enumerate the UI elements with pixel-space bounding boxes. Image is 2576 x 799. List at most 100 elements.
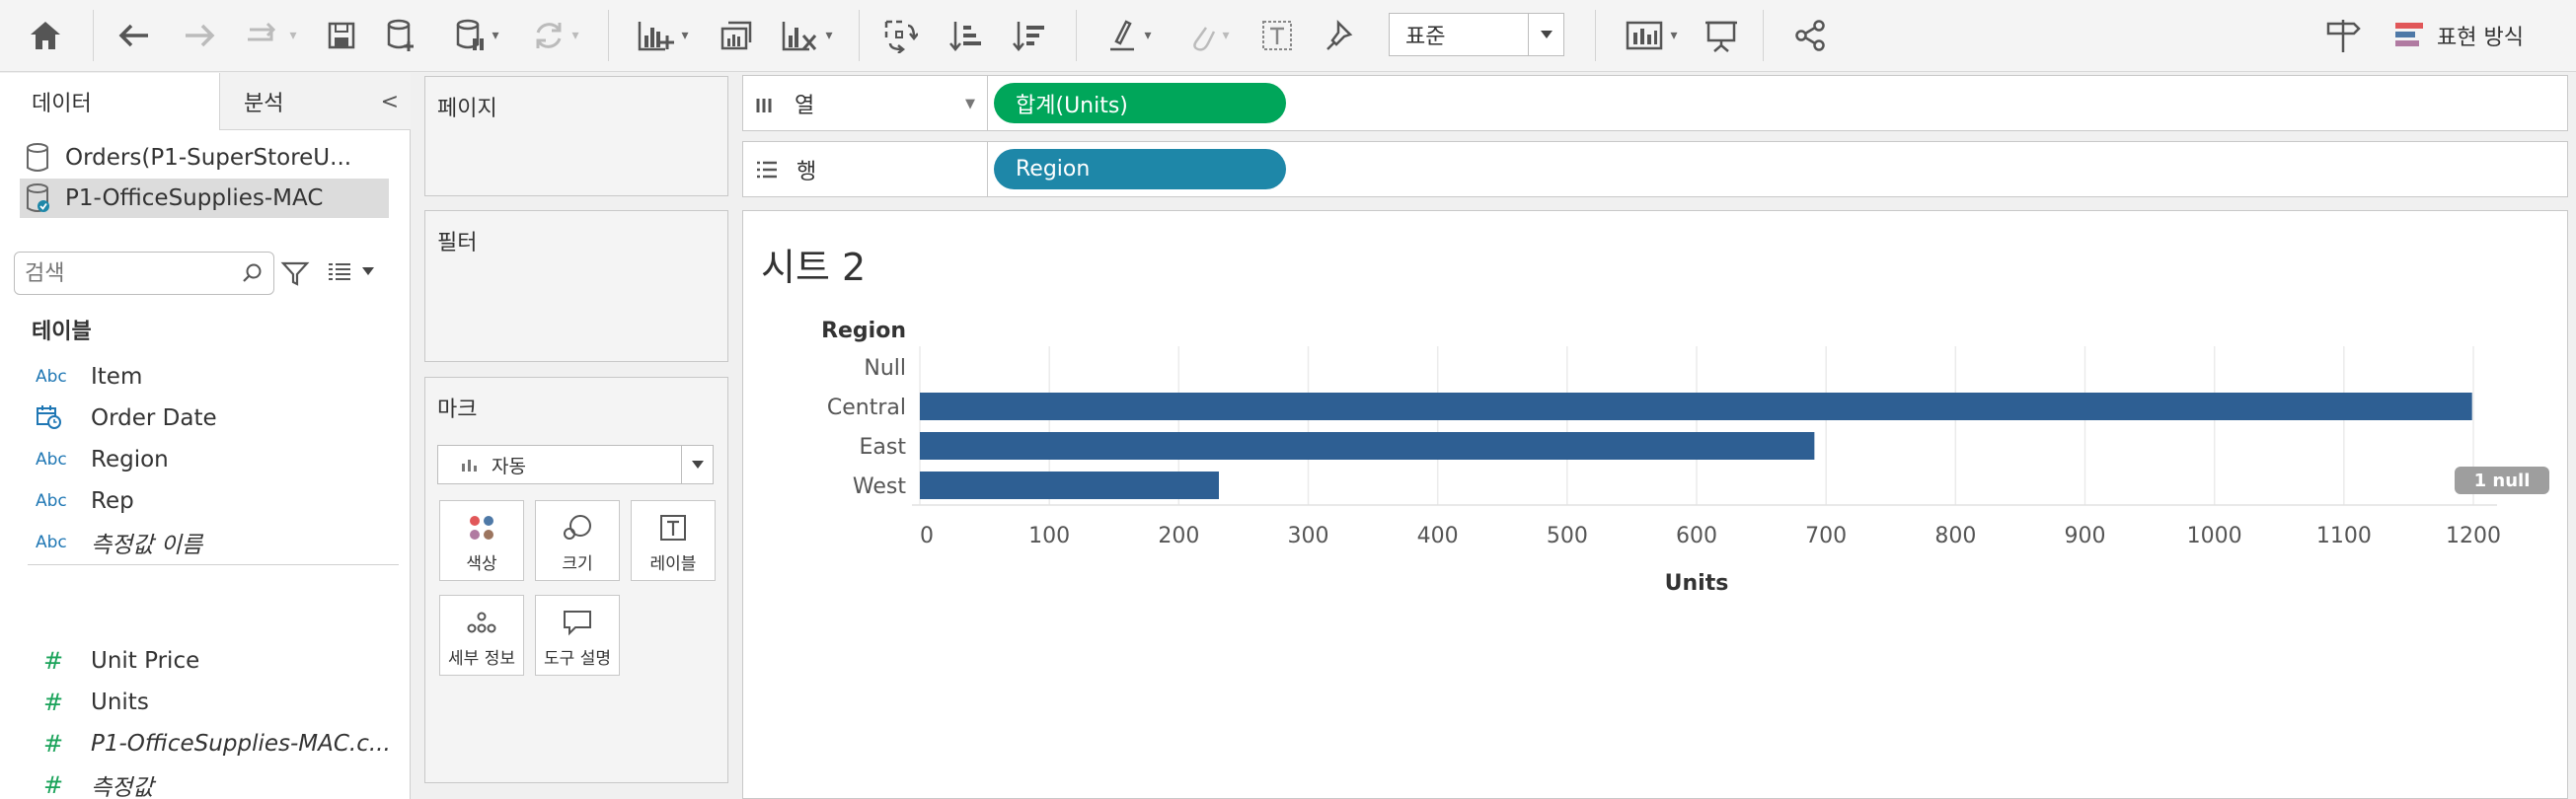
string-type-icon: Abc [36, 450, 67, 470]
show-me-button[interactable]: 표현 방식 [2393, 14, 2524, 57]
group-icon[interactable]: ▾ [1176, 14, 1240, 57]
collapse-pane-icon[interactable]: < [381, 90, 399, 114]
field-name: Units [91, 690, 149, 715]
new-worksheet-icon[interactable]: ▾ [626, 14, 699, 57]
worksheet-view: 시트 2 Region Null Central East West 0 100 200 300… [742, 210, 2568, 799]
string-type-icon: Abc [36, 533, 67, 552]
units-sum-pill[interactable]: 합계(Units) [994, 83, 1286, 123]
field-name: Item [91, 364, 143, 390]
share-icon[interactable] [1788, 14, 1832, 57]
sort-ascending-icon[interactable] [944, 14, 987, 57]
view-options-button[interactable] [326, 259, 375, 283]
sort-descending-icon[interactable] [1007, 14, 1050, 57]
number-type-icon: # [43, 730, 64, 758]
bar[interactable] [920, 472, 1219, 499]
tab-data[interactable]: 데이터 [0, 73, 219, 130]
database-connected-icon [20, 182, 55, 214]
x-tick-label: 0 [920, 524, 934, 548]
datasource-item[interactable]: Orders(P1-SuperStoreU... [20, 138, 389, 178]
chevron-down-icon[interactable] [1528, 14, 1563, 55]
field-item[interactable]: Abc Item [36, 358, 401, 396]
x-tick-label: 800 [1934, 524, 1976, 548]
clear-sheet-icon[interactable]: ▾ [770, 14, 843, 57]
tab-analysis-label: 분석 [244, 91, 284, 116]
highlight-icon[interactable]: ▾ [1098, 14, 1161, 57]
label-icon[interactable] [1257, 14, 1297, 57]
color-button[interactable]: 색상 [439, 500, 524, 581]
chevron-down-icon[interactable]: ▼ [965, 97, 975, 111]
field-name: 측정값 [91, 775, 154, 799]
replay-icon[interactable]: ▾ [235, 14, 306, 57]
filters-card[interactable]: 필터 [424, 210, 728, 362]
marks-card-title: 마크 [437, 398, 478, 422]
list-view-icon [329, 263, 350, 280]
detail-label: 세부 정보 [448, 649, 515, 669]
filter-icon[interactable] [280, 259, 310, 291]
field-item[interactable]: # Unit Price [36, 642, 401, 680]
fix-axes-icon[interactable] [1321, 14, 1360, 57]
x-tick-label: 1200 [2446, 524, 2501, 548]
number-type-icon: # [43, 771, 64, 799]
tooltip-button[interactable]: 도구 설명 [535, 595, 620, 676]
mark-type-select[interactable]: 자동 [437, 445, 714, 484]
size-button[interactable]: 크기 [535, 500, 620, 581]
columns-shelf[interactable]: 열 ▼ 합계(Units) [742, 75, 2568, 131]
pages-card[interactable]: 페이지 [424, 76, 728, 196]
category-label: Null [864, 356, 906, 381]
marks-card: 마크 자동 색상 크기 레이블 세부 정보 도구 설명 [424, 377, 728, 783]
presentation-icon[interactable] [1700, 14, 1743, 57]
field-divider [28, 564, 399, 565]
mark-type-value: 자동 [492, 455, 526, 477]
field-item[interactable]: # 측정값 [36, 766, 401, 799]
datasource-name: P1-OfficeSupplies-MAC [65, 185, 324, 211]
x-tick-label: 900 [2065, 524, 2106, 548]
save-icon[interactable] [322, 14, 361, 57]
x-tick-label: 1000 [2187, 524, 2242, 548]
tooltip-icon [564, 611, 591, 636]
show-cards-icon[interactable]: ▾ [1617, 14, 1686, 57]
show-me-icon [2395, 23, 2423, 46]
redo-icon[interactable] [176, 14, 223, 57]
field-name: P1-OfficeSupplies-MAC.c... [91, 731, 391, 757]
tab-analysis[interactable]: 분석 < [219, 73, 411, 130]
signpost-icon[interactable] [2319, 14, 2367, 57]
fit-select[interactable]: 표준 [1389, 13, 1564, 56]
rows-shelf[interactable]: 행 Region [742, 141, 2568, 197]
undo-icon[interactable] [111, 14, 158, 57]
field-item[interactable]: Abc Region [36, 441, 401, 478]
row-header-region: Region [821, 319, 906, 343]
bar[interactable] [920, 393, 2472, 420]
label-button[interactable]: 레이블 [631, 500, 716, 581]
detail-button[interactable]: 세부 정보 [439, 595, 524, 676]
refresh-icon[interactable]: ▾ [521, 14, 590, 57]
label-label: 레이블 [649, 554, 697, 574]
field-item[interactable]: Abc 측정값 이름 [36, 524, 401, 561]
field-name: Unit Price [91, 648, 200, 674]
search-box [14, 252, 274, 295]
toolbar: ▾ ▾ ▾ ▾ ▾ ▾ ▾ 표준 ▾ 표현 방식 [0, 0, 2576, 72]
bar[interactable] [920, 432, 1815, 460]
chevron-down-icon[interactable] [681, 446, 713, 483]
home-icon[interactable] [22, 14, 69, 57]
search-icon[interactable] [242, 262, 264, 284]
duplicate-icon[interactable] [715, 14, 758, 57]
pages-card-title: 페이지 [437, 97, 497, 121]
field-item[interactable]: Order Date [36, 400, 401, 437]
field-name: Region [91, 447, 169, 472]
x-tick-label: 200 [1158, 524, 1199, 548]
field-item[interactable]: Abc Rep [36, 482, 401, 520]
field-item[interactable]: # Units [36, 684, 401, 721]
automatic-mark-icon [462, 460, 477, 472]
datasource-item-selected[interactable]: P1-OfficeSupplies-MAC [20, 179, 389, 218]
x-tick-label: 500 [1547, 524, 1588, 548]
number-type-icon: # [43, 689, 64, 716]
category-label: Central [827, 396, 906, 420]
size-icon [564, 515, 591, 540]
region-pill[interactable]: Region [994, 149, 1286, 189]
string-type-icon: Abc [36, 491, 67, 511]
search-input[interactable] [25, 260, 242, 286]
pause-updates-icon[interactable]: ▾ [442, 14, 511, 57]
swap-rows-columns-icon[interactable] [878, 14, 922, 57]
new-datasource-icon[interactable] [381, 14, 420, 57]
field-item[interactable]: # P1-OfficeSupplies-MAC.c... [36, 725, 401, 763]
